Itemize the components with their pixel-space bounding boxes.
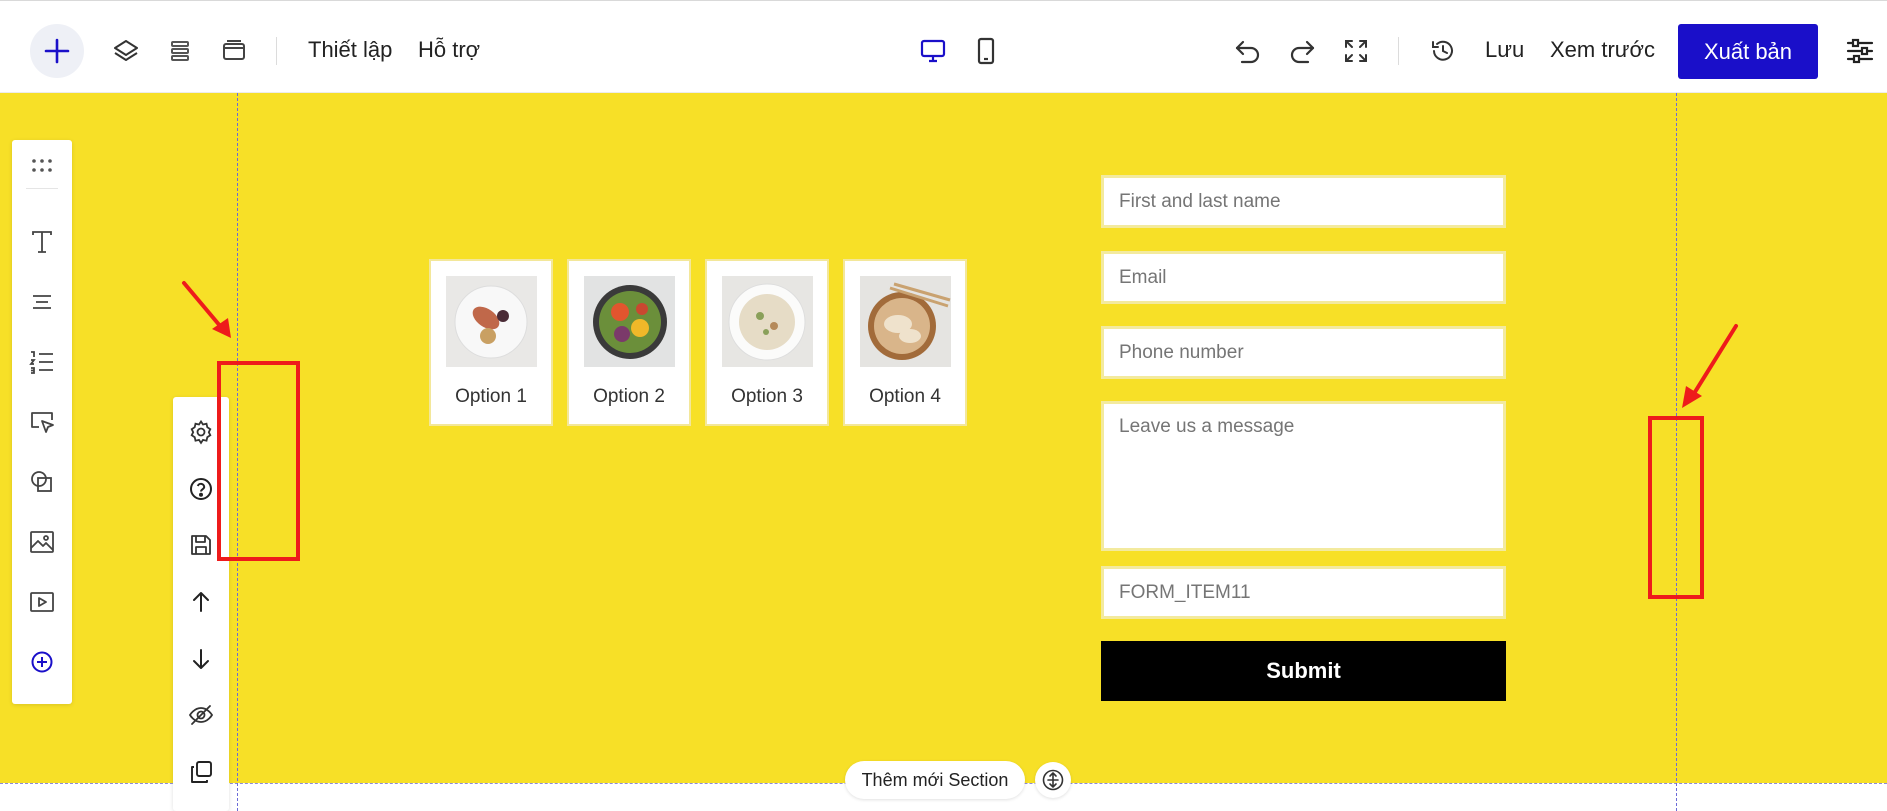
section-spacing-button[interactable] (1035, 762, 1071, 798)
option-image-soup (722, 276, 813, 367)
add-section-button[interactable]: Thêm mới Section (845, 761, 1025, 799)
option-label: Option 1 (455, 386, 527, 407)
layers-icon (114, 40, 138, 61)
option-label: Option 3 (731, 386, 803, 407)
add-list-button[interactable] (24, 344, 60, 380)
desktop-icon (920, 39, 946, 63)
move-section-down-button[interactable] (184, 642, 218, 676)
add-button-element[interactable] (24, 404, 60, 440)
annotation-box-left (217, 361, 300, 561)
eye-off-icon (188, 705, 214, 725)
soup-bowl-image (722, 276, 813, 367)
toolbar-divider (1398, 37, 1399, 65)
add-element-button[interactable] (30, 24, 84, 78)
pages-button[interactable] (216, 33, 252, 69)
phone-field[interactable] (1101, 326, 1506, 379)
drag-handle[interactable] (24, 148, 60, 184)
sections-button[interactable] (162, 33, 198, 69)
mobile-view-button[interactable] (968, 33, 1004, 69)
top-toolbar: Thiết lập Hỗ trợ Lưu Xem trước Xuất bản (0, 0, 1887, 93)
dumplings-image (860, 276, 951, 367)
option-card-2[interactable]: Option 2 (567, 259, 691, 426)
mobile-icon (977, 37, 995, 65)
button-cursor-icon (31, 412, 54, 433)
history-icon (1432, 40, 1453, 61)
option-label: Option 4 (869, 386, 941, 407)
stack-icon (171, 41, 189, 61)
desktop-view-button[interactable] (915, 33, 951, 69)
salad-bowl-image (584, 276, 675, 367)
settings-sliders-icon (1846, 38, 1874, 64)
option-label: Option 2 (593, 386, 665, 407)
expand-vertical-icon (1042, 769, 1064, 791)
list-icon (29, 351, 53, 374)
section-settings-button[interactable] (184, 415, 218, 449)
fullscreen-button[interactable] (1338, 33, 1374, 69)
save-icon (191, 535, 211, 555)
arrow-up-icon (193, 592, 209, 612)
menu-support[interactable]: Hỗ trợ (418, 37, 480, 63)
name-field[interactable] (1101, 175, 1506, 228)
annotation-arrow-right (1682, 324, 1738, 408)
submit-button[interactable]: Submit (1101, 641, 1506, 701)
help-icon (190, 478, 212, 500)
image-icon (30, 531, 54, 553)
toolbar-divider (26, 188, 58, 189)
undo-icon (1235, 40, 1260, 64)
move-section-up-button[interactable] (184, 585, 218, 619)
annotation-arrow-left (182, 281, 231, 338)
option-image-salad (584, 276, 675, 367)
settings-button[interactable] (1842, 33, 1878, 69)
add-text-button[interactable] (24, 224, 60, 260)
redo-icon (1290, 40, 1315, 64)
add-video-button[interactable] (24, 584, 60, 620)
plus-icon (44, 38, 70, 64)
history-button[interactable] (1425, 33, 1461, 69)
form-item-11-field[interactable] (1101, 566, 1506, 619)
section-save-button[interactable] (184, 528, 218, 562)
pages-icon (223, 40, 245, 60)
redo-button[interactable] (1284, 33, 1320, 69)
hide-section-button[interactable] (184, 698, 218, 732)
duplicate-icon (191, 761, 212, 783)
preview-button[interactable]: Xem trước (1550, 37, 1655, 63)
message-field[interactable] (1101, 401, 1506, 551)
fullscreen-icon (1345, 40, 1367, 62)
undo-button[interactable] (1230, 33, 1266, 69)
add-image-button[interactable] (24, 524, 60, 560)
duplicate-section-button[interactable] (184, 755, 218, 789)
email-field[interactable] (1101, 251, 1506, 304)
annotation-box-right (1648, 416, 1704, 599)
paragraph-icon (33, 295, 51, 309)
arrow-down-icon (193, 649, 209, 669)
layers-button[interactable] (108, 33, 144, 69)
section-help-button[interactable] (184, 472, 218, 506)
menu-setup[interactable]: Thiết lập (308, 37, 392, 63)
add-shape-button[interactable] (24, 464, 60, 500)
save-button[interactable]: Lưu (1485, 37, 1524, 63)
shapes-icon (31, 471, 52, 492)
gear-icon (190, 419, 212, 445)
toolbar-divider (276, 37, 277, 65)
element-toolbar (12, 140, 72, 704)
add-more-button[interactable] (24, 644, 60, 680)
text-icon (32, 231, 52, 253)
option-card-3[interactable]: Option 3 (705, 259, 829, 426)
video-icon (30, 592, 54, 612)
food-plate-image (446, 276, 537, 367)
option-image-plate (446, 276, 537, 367)
add-circle-icon (31, 651, 53, 673)
option-image-dumplings (860, 276, 951, 367)
publish-button[interactable]: Xuất bản (1678, 24, 1818, 79)
option-card-4[interactable]: Option 4 (843, 259, 967, 426)
drag-handle-icon (32, 159, 52, 172)
option-card-1[interactable]: Option 1 (429, 259, 553, 426)
add-paragraph-button[interactable] (24, 284, 60, 320)
